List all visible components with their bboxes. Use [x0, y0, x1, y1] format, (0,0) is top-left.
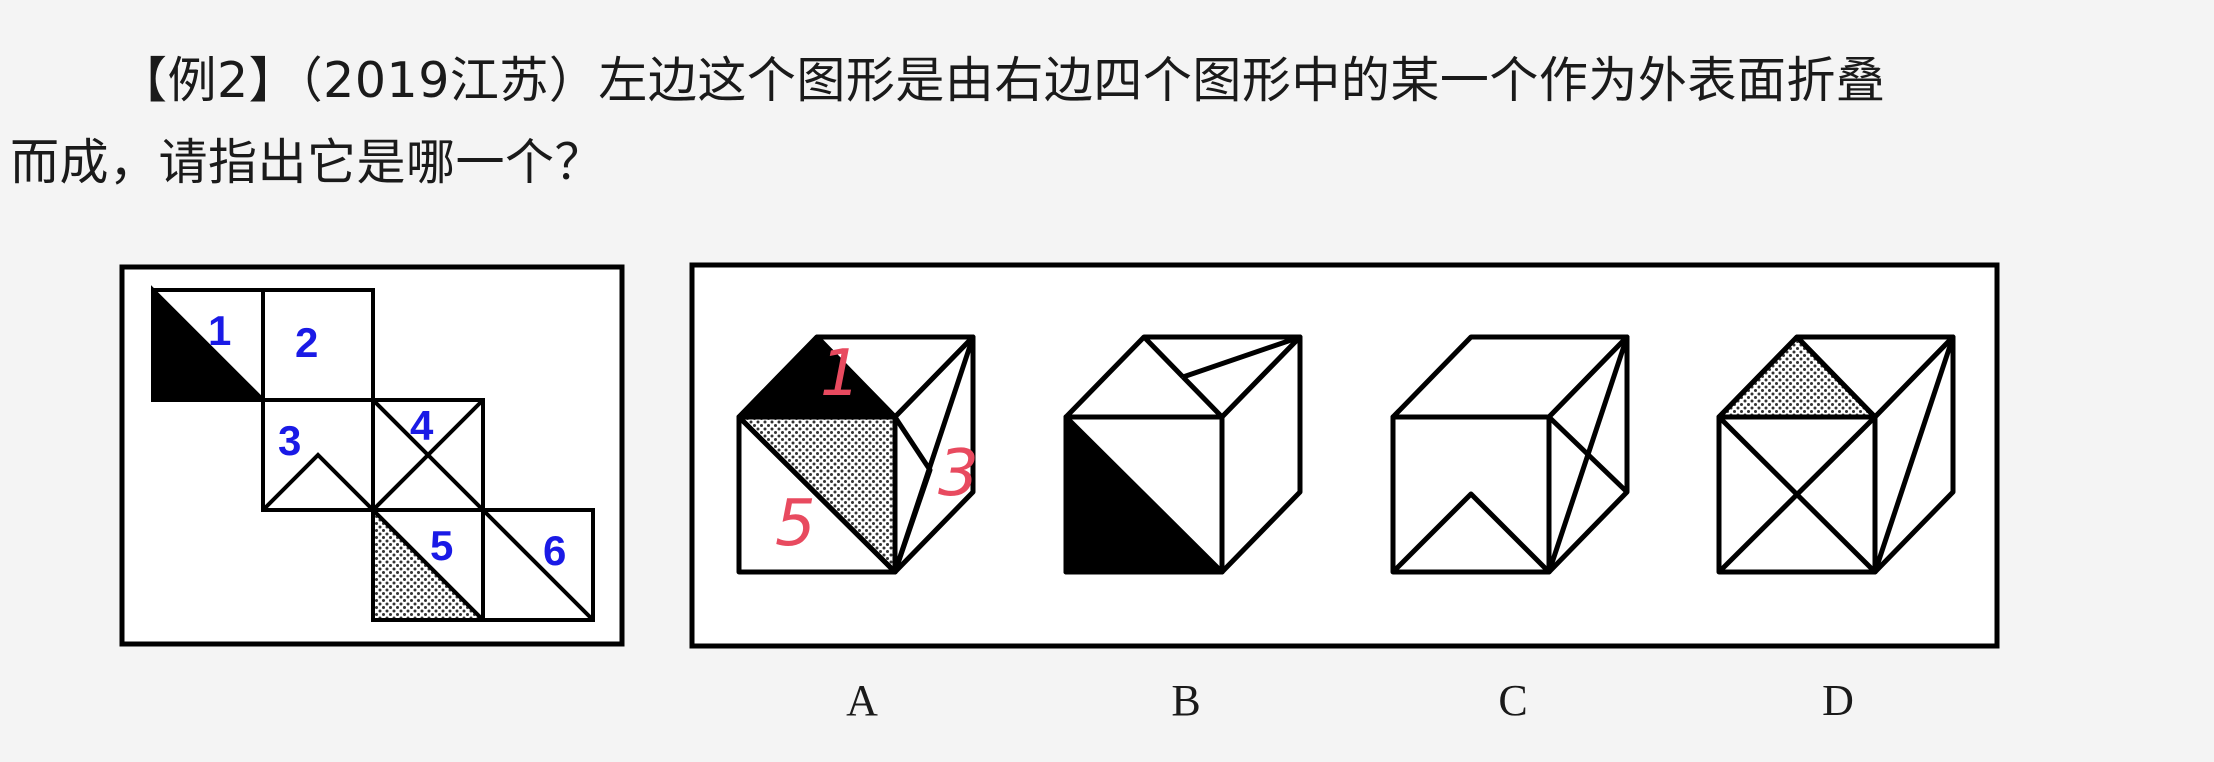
- figure-area: 1 2 3 4 5 6 1 3 5 A B C D: [119, 262, 2000, 725]
- face-number-4: 4: [410, 402, 434, 449]
- face-number-1: 1: [208, 307, 231, 354]
- option-b-label[interactable]: B: [1171, 676, 1200, 725]
- question-page: 【例2】（2019江苏）左边这个图形是由右边四个图形中的某一个作为外表面折叠 而…: [0, 0, 2214, 762]
- face-number-3: 3: [278, 417, 301, 464]
- option-a-label[interactable]: A: [846, 676, 878, 725]
- annotation-1: 1: [820, 337, 861, 411]
- annotation-5: 5: [775, 487, 816, 561]
- face-number-5: 5: [430, 522, 453, 569]
- option-d-label[interactable]: D: [1822, 676, 1854, 725]
- face-number-2: 2: [295, 319, 318, 366]
- option-c-label[interactable]: C: [1498, 676, 1527, 725]
- annotation-3: 3: [938, 437, 979, 511]
- face-number-6: 6: [543, 527, 566, 574]
